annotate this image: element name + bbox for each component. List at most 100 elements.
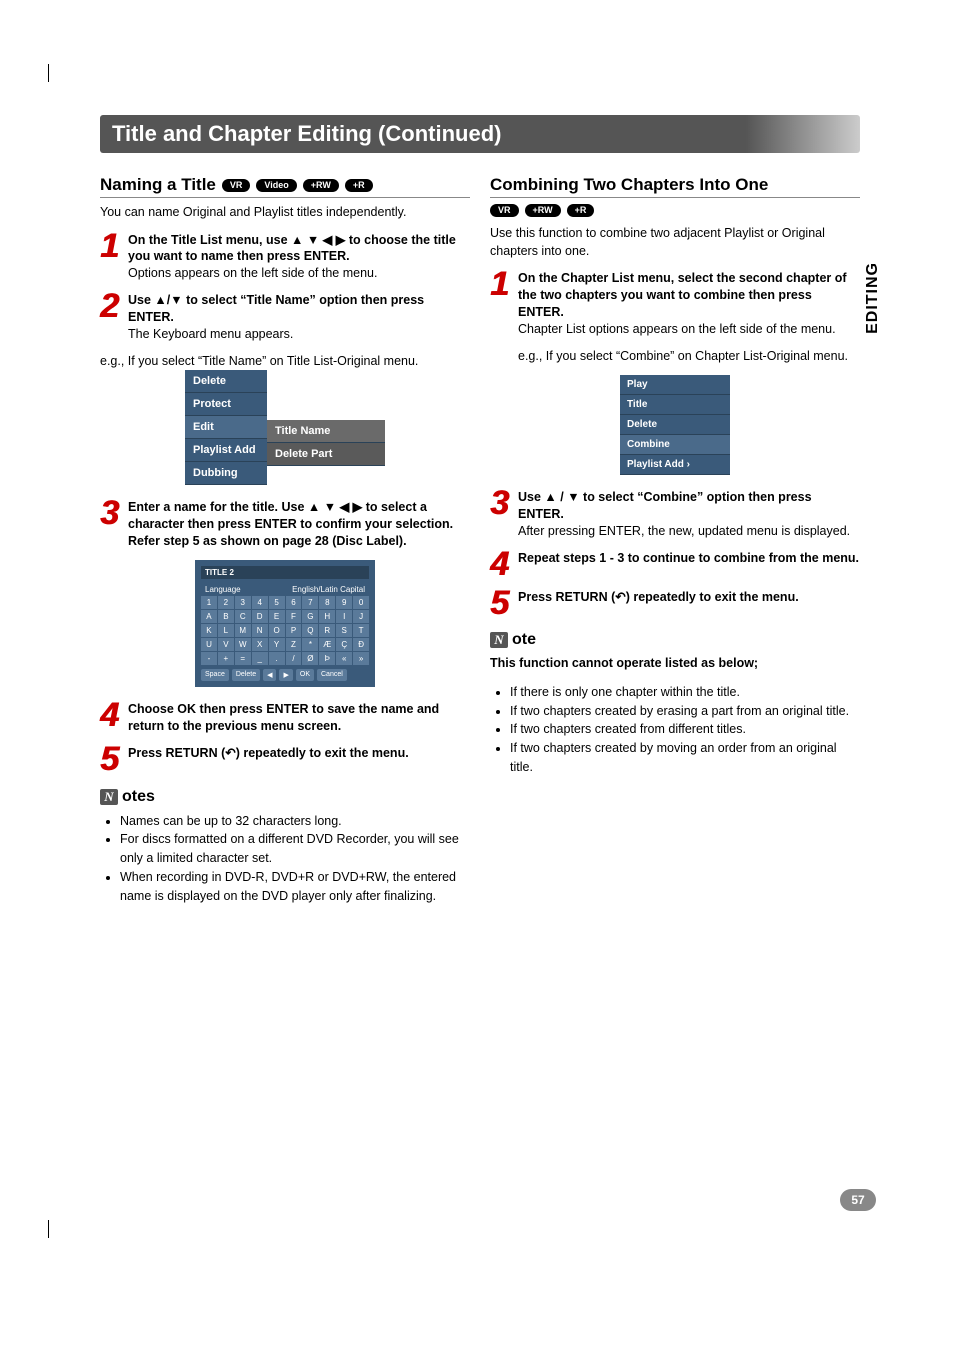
kb-key: J bbox=[353, 610, 369, 623]
crop-mark-top bbox=[48, 64, 49, 82]
note-label: ote bbox=[512, 631, 536, 649]
step-number-1: 1 bbox=[490, 270, 512, 299]
kb-lang-label: Language bbox=[205, 585, 241, 594]
page-number: 57 bbox=[840, 1189, 876, 1211]
kb-key: F bbox=[286, 610, 302, 623]
kb-cancel: Cancel bbox=[317, 669, 347, 681]
kb-key: . bbox=[269, 652, 285, 665]
kb-key: - bbox=[201, 652, 217, 665]
section-heading-combining: Combining Two Chapters Into One bbox=[490, 175, 860, 198]
step-number-5: 5 bbox=[100, 745, 122, 774]
kb-key: 9 bbox=[336, 596, 352, 609]
kb-key: B bbox=[218, 610, 234, 623]
notes-heading: N otes bbox=[100, 788, 470, 806]
side-tab-editing: EDITING bbox=[864, 262, 882, 334]
step5-bold: Press RETURN (↶) repeatedly to exit the … bbox=[128, 746, 409, 760]
step-number-3: 4 bbox=[490, 550, 512, 579]
note-icon: N bbox=[490, 632, 508, 648]
title-menu-figure: Delete Protect Edit Playlist Add Dubbing… bbox=[185, 370, 385, 485]
step-number-4: 4 bbox=[100, 701, 122, 730]
kb-key: G bbox=[302, 610, 318, 623]
step-1: 1 On the Title List menu, use ▲ ▼ ◀ ▶ to… bbox=[100, 232, 470, 283]
right-step-3: 4 Repeat steps 1 - 3 to continue to comb… bbox=[490, 550, 860, 579]
intro-text: You can name Original and Playlist title… bbox=[100, 204, 470, 222]
right-column: Combining Two Chapters Into One VR +RW +… bbox=[490, 175, 860, 905]
kb-right: ▶ bbox=[279, 669, 292, 681]
kb-title: TITLE 2 bbox=[201, 566, 369, 579]
kb-key: 3 bbox=[235, 596, 251, 609]
note-icon: N bbox=[100, 789, 118, 805]
kb-key: H bbox=[319, 610, 335, 623]
rstep1-bold: On the Chapter List menu, select the sec… bbox=[518, 271, 847, 319]
kb-key: * bbox=[302, 638, 318, 651]
step-5: 5 Press RETURN (↶) repeatedly to exit th… bbox=[100, 745, 470, 774]
notes-label: otes bbox=[122, 788, 155, 806]
kb-key: E bbox=[269, 610, 285, 623]
crop-mark-bottom bbox=[48, 1220, 49, 1238]
step-number-2: 3 bbox=[490, 489, 512, 518]
step-number-3: 3 bbox=[100, 499, 122, 528]
kb-key: K bbox=[201, 624, 217, 637]
kb-key: 6 bbox=[286, 596, 302, 609]
kb-key: 2 bbox=[218, 596, 234, 609]
step1-sub: Options appears on the left side of the … bbox=[128, 266, 377, 280]
kb-key: T bbox=[353, 624, 369, 637]
kb-key: Æ bbox=[319, 638, 335, 651]
right-step-1: 1 On the Chapter List menu, select the s… bbox=[490, 270, 860, 338]
kb-space: Space bbox=[201, 669, 229, 681]
kb-key: « bbox=[336, 652, 352, 665]
kb-key: + bbox=[218, 652, 234, 665]
kb-key: Ð bbox=[353, 638, 369, 651]
intro-text-right: Use this function to combine two adjacen… bbox=[490, 225, 860, 260]
kb-key: L bbox=[218, 624, 234, 637]
heading-text: Combining Two Chapters Into One bbox=[490, 175, 768, 194]
note-item: If there is only one chapter within the … bbox=[510, 683, 860, 702]
note-heading-right: N ote bbox=[490, 631, 860, 649]
note-item: When recording in DVD-R, DVD+R or DVD+RW… bbox=[120, 868, 470, 906]
kb-key: Y bbox=[269, 638, 285, 651]
menu-dubbing: Dubbing bbox=[185, 462, 267, 485]
submenu-delete-part: Delete Part bbox=[267, 443, 385, 466]
step2-example: e.g., If you select “Title Name” on Titl… bbox=[100, 353, 470, 371]
kb-lang-value: English/Latin Capital bbox=[292, 585, 365, 594]
kb-key: Ø bbox=[302, 652, 318, 665]
step-4: 4 Choose OK then press ENTER to save the… bbox=[100, 701, 470, 735]
kb-key: _ bbox=[252, 652, 268, 665]
menu-playlist-add: Playlist Add bbox=[185, 439, 267, 462]
note-list-right: If there is only one chapter within the … bbox=[490, 683, 860, 777]
badge-plusrw: +RW bbox=[525, 204, 561, 217]
submenu-title-name: Title Name bbox=[267, 420, 385, 443]
kb-key: 4 bbox=[252, 596, 268, 609]
keyboard-figure: TITLE 2 Language English/Latin Capital 1… bbox=[195, 560, 375, 687]
kb-key: U bbox=[201, 638, 217, 651]
kb-key: X bbox=[252, 638, 268, 651]
kb-key: Þ bbox=[319, 652, 335, 665]
menu-delete: Delete bbox=[185, 370, 267, 393]
chapter-menu-figure: Play Title Delete Combine Playlist Add › bbox=[620, 375, 730, 475]
badge-video: Video bbox=[256, 179, 296, 192]
kb-key: N bbox=[252, 624, 268, 637]
right-step-2: 3 Use ▲ / ▼ to select “Combine” option t… bbox=[490, 489, 860, 540]
heading-text: Naming a Title bbox=[100, 175, 216, 195]
kb-key: M bbox=[235, 624, 251, 637]
note-item: If two chapters created by erasing a par… bbox=[510, 702, 860, 721]
kb-key: » bbox=[353, 652, 369, 665]
kb-key: P bbox=[286, 624, 302, 637]
page-content: Title and Chapter Editing (Continued) Na… bbox=[100, 115, 860, 905]
chmenu-play: Play bbox=[620, 375, 730, 395]
kb-key: R bbox=[319, 624, 335, 637]
kb-key: 1 bbox=[201, 596, 217, 609]
badge-row: VR +RW +R bbox=[490, 204, 860, 217]
chmenu-playlist-add: Playlist Add › bbox=[620, 455, 730, 475]
kb-left: ◀ bbox=[263, 669, 276, 681]
right-step-4: 5 Press RETURN (↶) repeatedly to exit th… bbox=[490, 589, 860, 618]
badge-plusr: +R bbox=[567, 204, 595, 217]
kb-key: D bbox=[252, 610, 268, 623]
kb-key: 5 bbox=[269, 596, 285, 609]
kb-key: 0 bbox=[353, 596, 369, 609]
kb-key: I bbox=[336, 610, 352, 623]
rstep2-bold: Use ▲ / ▼ to select “Combine” option the… bbox=[518, 490, 812, 521]
badge-vr: VR bbox=[490, 204, 519, 217]
kb-delete: Delete bbox=[232, 669, 260, 681]
note-item: If two chapters created by moving an ord… bbox=[510, 739, 860, 777]
